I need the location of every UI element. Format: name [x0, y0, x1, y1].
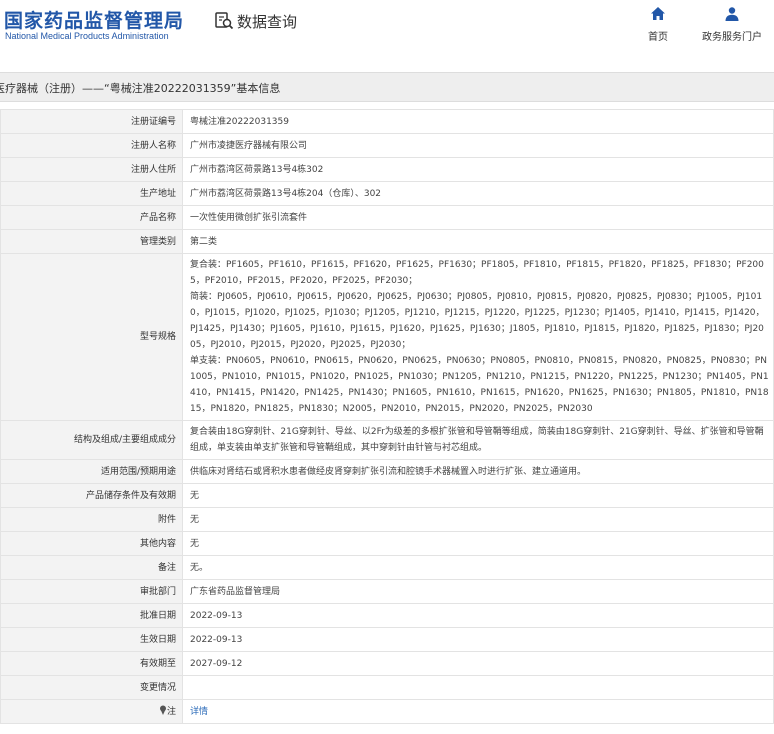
- field-value: 2022-09-13: [182, 627, 774, 652]
- table-row: 审批部门 广东省药品监督管理局: [0, 579, 774, 604]
- table-row: 产品名称 一次性使用微创扩张引流套件: [0, 205, 774, 230]
- table-row: 变更情况: [0, 675, 774, 700]
- field-label: 型号规格: [0, 253, 183, 421]
- field-value: 一次性使用微创扩张引流套件: [182, 205, 774, 230]
- field-label: 备注: [0, 555, 183, 580]
- user-icon: [725, 7, 739, 21]
- record-title-bar: 医疗器械（注册）——“粤械注准20222031359”基本信息: [0, 72, 774, 102]
- field-value: 无: [182, 531, 774, 556]
- table-row: 有效期至 2027-09-12: [0, 651, 774, 676]
- table-row: 注册证编号 粤械注准20222031359: [0, 109, 774, 134]
- field-label: 注册人名称: [0, 133, 183, 158]
- pin-icon: [159, 705, 166, 715]
- note-label-cell: 注: [0, 699, 183, 724]
- home-icon: [651, 7, 665, 20]
- field-label: 变更情况: [0, 675, 183, 700]
- field-label: 管理类别: [0, 229, 183, 254]
- field-label: 批准日期: [0, 603, 183, 628]
- site-header: 国家药品监督管理局 National Medical Products Admi…: [0, 0, 774, 62]
- field-label: 附件: [0, 507, 183, 532]
- field-value: 无。: [182, 555, 774, 580]
- table-row: 备注 无。: [0, 555, 774, 580]
- nav-home-label: 首页: [648, 32, 668, 43]
- field-label: 适用范围/预期用途: [0, 459, 183, 484]
- field-label: 产品储存条件及有效期: [0, 483, 183, 508]
- record-title: 医疗器械（注册）——“粤械注准20222031359”基本信息: [0, 82, 281, 95]
- site-logo-subtitle: National Medical Products Administration: [5, 31, 169, 41]
- model-spec-composite: 复合装：PF1605，PF1610，PF1615，PF1620，PF1625，P…: [190, 260, 764, 286]
- field-value: 广州市荔湾区荷景路13号4栋302: [182, 157, 774, 182]
- field-label: 注册证编号: [0, 109, 183, 134]
- nav-service-portal[interactable]: 政务服务门户: [702, 6, 762, 43]
- registration-info-table: 注册证编号 粤械注准20222031359 注册人名称 广州市凌捷医疗器械有限公…: [0, 109, 774, 724]
- data-query-link[interactable]: 数据查询: [214, 10, 297, 32]
- field-value: 第二类: [182, 229, 774, 254]
- table-row: 其他内容 无: [0, 531, 774, 556]
- table-row: 批准日期 2022-09-13: [0, 603, 774, 628]
- field-value: 复合装由18G穿刺针、21G穿刺针、导丝、以2Fr为级差的多根扩张管和导管鞘等组…: [182, 420, 774, 460]
- field-value: 2027-09-12: [182, 651, 774, 676]
- table-row: 附件 无: [0, 507, 774, 532]
- site-logo-title[interactable]: 国家药品监督管理局: [4, 6, 184, 33]
- field-value: 粤械注准20222031359: [182, 109, 774, 134]
- field-value: [182, 675, 774, 700]
- table-row-note: 注 详情: [0, 699, 774, 724]
- note-value-cell: 详情: [182, 699, 774, 724]
- search-document-icon: [215, 12, 234, 30]
- table-row: 产品储存条件及有效期 无: [0, 483, 774, 508]
- note-label: 注: [166, 706, 176, 717]
- field-value: 无: [182, 507, 774, 532]
- model-spec-simple: 简装：PJ0605，PJ0610，PJ0615，PJ0620，PJ0625，PJ…: [190, 292, 765, 350]
- field-label: 产品名称: [0, 205, 183, 230]
- details-link[interactable]: 详情: [190, 707, 208, 717]
- field-label: 有效期至: [0, 651, 183, 676]
- nav-service-portal-label: 政务服务门户: [702, 32, 762, 43]
- table-row: 注册人名称 广州市凌捷医疗器械有限公司: [0, 133, 774, 158]
- field-value: 广州市凌捷医疗器械有限公司: [182, 133, 774, 158]
- nav-home[interactable]: 首页: [648, 6, 668, 43]
- field-value: 广东省药品监督管理局: [182, 579, 774, 604]
- field-label: 其他内容: [0, 531, 183, 556]
- table-row-model-spec: 型号规格 复合装：PF1605，PF1610，PF1615，PF1620，PF1…: [0, 253, 774, 421]
- data-query-label: 数据查询: [237, 12, 298, 31]
- table-row: 注册人住所 广州市荔湾区荷景路13号4栋302: [0, 157, 774, 182]
- field-value: 广州市荔湾区荷景路13号4栋204（仓库）、302: [182, 181, 774, 206]
- field-label: 生产地址: [0, 181, 183, 206]
- table-row: 生产地址 广州市荔湾区荷景路13号4栋204（仓库）、302: [0, 181, 774, 206]
- table-row: 生效日期 2022-09-13: [0, 627, 774, 652]
- field-label: 生效日期: [0, 627, 183, 652]
- table-row: 管理类别 第二类: [0, 229, 774, 254]
- model-spec-single: 单支装：PN0605，PN0610，PN0615，PN0620，PN0625，P…: [190, 356, 769, 414]
- field-label: 结构及组成/主要组成成分: [0, 420, 183, 460]
- field-value-model-spec: 复合装：PF1605，PF1610，PF1615，PF1620，PF1625，P…: [182, 253, 774, 421]
- field-value: 供临床对肾结石或肾积水患者做经皮肾穿刺扩张引流和腔镜手术器械置入时进行扩张、建立…: [182, 459, 774, 484]
- field-label: 审批部门: [0, 579, 183, 604]
- field-value: 无: [182, 483, 774, 508]
- table-row: 结构及组成/主要组成成分 复合装由18G穿刺针、21G穿刺针、导丝、以2Fr为级…: [0, 420, 774, 460]
- table-row: 适用范围/预期用途 供临床对肾结石或肾积水患者做经皮肾穿刺扩张引流和腔镜手术器械…: [0, 459, 774, 484]
- field-value: 2022-09-13: [182, 603, 774, 628]
- field-label: 注册人住所: [0, 157, 183, 182]
